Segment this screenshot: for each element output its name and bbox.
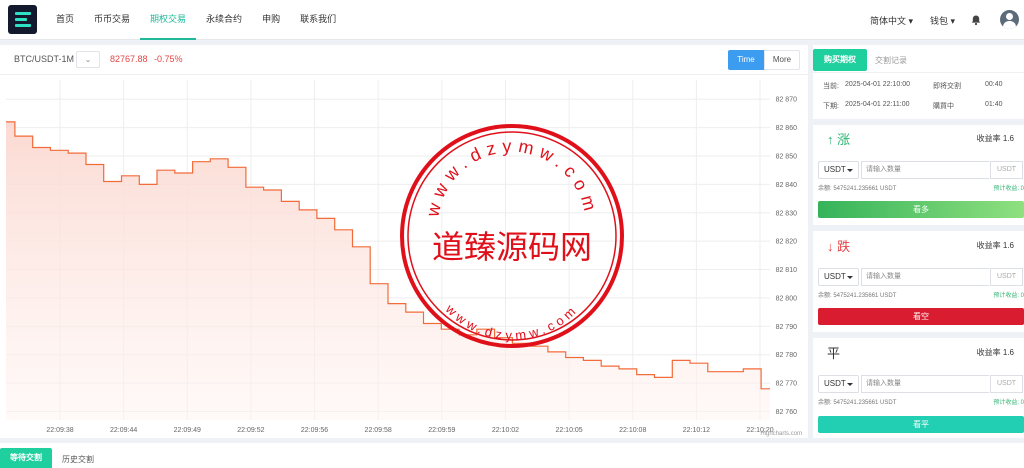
avatar[interactable] bbox=[1000, 10, 1019, 29]
flat-unit: USDT bbox=[990, 375, 1023, 393]
rise-currency-select[interactable]: USDT bbox=[818, 161, 859, 179]
order-tabs: 购买期权 交割记录 bbox=[813, 45, 1024, 73]
buy-long-button[interactable]: 看多 bbox=[818, 201, 1024, 218]
flat-rate: 收益率 1.6 bbox=[976, 348, 1014, 357]
tab-history-delivery[interactable]: 历史交割 bbox=[62, 454, 94, 465]
watermark-stamp: www.dzymw.com 道臻源码网 www.dzymw.com bbox=[400, 124, 624, 348]
fall-title: ↓ 跌 bbox=[827, 239, 851, 254]
bell-icon[interactable] bbox=[970, 14, 982, 26]
nav-subscribe[interactable]: 申购 bbox=[252, 0, 290, 40]
divider bbox=[813, 332, 1024, 338]
x-tick-label: 22:09:58 bbox=[365, 427, 392, 434]
divider bbox=[813, 225, 1024, 231]
x-tick-label: 22:10:12 bbox=[683, 427, 710, 434]
divider bbox=[813, 119, 1024, 125]
flat-amount-input[interactable]: 请输入数量 bbox=[861, 375, 989, 393]
nav-contact[interactable]: 联系我们 bbox=[290, 0, 346, 40]
y-tick-label: 82 770 bbox=[776, 381, 798, 388]
nav-spot[interactable]: 币币交易 bbox=[84, 0, 140, 40]
fall-unit: USDT bbox=[990, 268, 1023, 286]
fall-currency-select[interactable]: USDT bbox=[818, 268, 859, 286]
current-label: 当前: bbox=[823, 83, 839, 90]
time-button[interactable]: Time bbox=[728, 50, 764, 70]
next-status: 購買中 bbox=[933, 103, 954, 110]
x-tick-label: 22:09:59 bbox=[428, 427, 455, 434]
rise-expected: 预计收益: 0 bbox=[993, 186, 1024, 192]
x-tick-label: 22:10:08 bbox=[619, 427, 646, 434]
y-tick-label: 82 840 bbox=[776, 182, 798, 189]
rise-amount-input[interactable]: 请输入数量 bbox=[861, 161, 989, 179]
y-tick-label: 82 790 bbox=[776, 324, 798, 331]
rise-unit: USDT bbox=[990, 161, 1023, 179]
rise-balance: 余额: 5475241.235661 USDT bbox=[818, 186, 897, 192]
x-tick-label: 22:09:38 bbox=[46, 427, 73, 434]
nav-perpetual[interactable]: 永续合约 bbox=[196, 0, 252, 40]
current-time: 2025-04-01 22:10:00 bbox=[845, 81, 910, 88]
x-tick-label: 22:09:44 bbox=[110, 427, 137, 434]
fall-balance: 余额: 5475241.235661 USDT bbox=[818, 293, 897, 299]
flat-balance: 余额: 5475241.235661 USDT bbox=[818, 400, 897, 406]
language-label: 简体中文 bbox=[870, 16, 907, 26]
wallet-label: 钱包 bbox=[930, 16, 949, 26]
buy-flat-button[interactable]: 看平 bbox=[818, 416, 1024, 433]
nav-home[interactable]: 首页 bbox=[46, 0, 84, 40]
main-nav: 首页 币币交易 期权交易 永续合约 申购 联系我们 bbox=[46, 0, 346, 40]
y-tick-label: 82 810 bbox=[776, 267, 798, 274]
x-tick-label: 22:10:05 bbox=[555, 427, 582, 434]
bottom-tabs: 等待交割 历史交割 bbox=[0, 443, 1024, 468]
buy-short-button[interactable]: 看空 bbox=[818, 308, 1024, 325]
fall-rate: 收益率 1.6 bbox=[976, 241, 1014, 250]
chevron-down-icon: ▾ bbox=[908, 16, 914, 26]
options-order-panel: 购买期权 交割记录 当前: 2025-04-01 22:10:00 即将交割 0… bbox=[813, 45, 1024, 438]
wallet-dropdown[interactable]: 钱包 ▾ bbox=[930, 14, 955, 27]
x-tick-label: 22:10:02 bbox=[492, 427, 519, 434]
price-change: -0.75% bbox=[154, 54, 183, 64]
next-label: 下期: bbox=[823, 103, 839, 110]
y-tick-label: 82 830 bbox=[776, 210, 798, 217]
y-tick-label: 82 800 bbox=[776, 295, 798, 302]
y-tick-label: 82 860 bbox=[776, 125, 798, 132]
y-tick-label: 82 850 bbox=[776, 153, 798, 160]
y-tick-label: 82 870 bbox=[776, 97, 798, 104]
more-button[interactable]: More bbox=[764, 50, 800, 70]
y-tick-label: 82 820 bbox=[776, 239, 798, 246]
tab-buy-options[interactable]: 购买期权 bbox=[813, 49, 867, 71]
next-countdown: 01:40 bbox=[985, 101, 1003, 108]
chevron-down-icon: ⌄ bbox=[84, 55, 92, 64]
symbol-label: BTC/USDT-1M bbox=[14, 54, 75, 64]
flat-title: 平 bbox=[827, 346, 841, 361]
x-tick-label: 22:09:52 bbox=[237, 427, 264, 434]
flat-expected: 预计收益: 0 bbox=[993, 400, 1024, 406]
fall-block: ↓ 跌 收益率 1.6 USDT 请输入数量 USDT 余额: 5475241.… bbox=[813, 236, 1024, 328]
top-nav-bar: 首页 币币交易 期权交易 永续合约 申购 联系我们 简体中文 ▾ 钱包 ▾ bbox=[0, 0, 1024, 40]
chart-toolbar: BTC/USDT-1M ⌄ 82767.88 -0.75% Time More bbox=[0, 45, 808, 75]
svg-text:www.dzymw.com: www.dzymw.com bbox=[422, 136, 602, 220]
y-tick-label: 82 780 bbox=[776, 352, 798, 359]
nav-options[interactable]: 期权交易 bbox=[140, 0, 197, 40]
svg-text:道臻源码网: 道臻源码网 bbox=[432, 228, 592, 266]
x-tick-label: 22:09:56 bbox=[301, 427, 328, 434]
price-area bbox=[6, 121, 770, 421]
next-time: 2025-04-01 22:11:00 bbox=[845, 101, 910, 108]
flat-block: 平 收益率 1.6 USDT 请输入数量 USDT 余额: 5475241.23… bbox=[813, 343, 1024, 435]
current-countdown: 00:40 bbox=[985, 81, 1003, 88]
x-tick-label: 22:09:49 bbox=[174, 427, 201, 434]
tab-pending-delivery[interactable]: 等待交割 bbox=[0, 448, 52, 468]
rise-title: ↑ 涨 bbox=[827, 132, 851, 147]
tab-delivery-records[interactable]: 交割记录 bbox=[875, 55, 907, 66]
current-price: 82767.88 bbox=[110, 54, 148, 64]
logo[interactable] bbox=[8, 5, 37, 34]
chevron-down-icon: ▾ bbox=[950, 16, 956, 26]
rise-rate: 收益率 1.6 bbox=[976, 134, 1014, 143]
chart-credit: Highcharts.com bbox=[760, 431, 802, 437]
fall-amount-input[interactable]: 请输入数量 bbox=[861, 268, 989, 286]
flat-currency-select[interactable]: USDT bbox=[818, 375, 859, 393]
language-dropdown[interactable]: 简体中文 ▾ bbox=[870, 14, 913, 27]
symbol-dropdown[interactable]: ⌄ bbox=[76, 51, 100, 68]
y-tick-label: 82 760 bbox=[776, 409, 798, 416]
rise-block: ↑ 涨 收益率 1.6 USDT 请输入数量 USDT 余额: 5475241.… bbox=[813, 129, 1024, 221]
fall-expected: 预计收益: 0 bbox=[993, 293, 1024, 299]
current-status: 即将交割 bbox=[933, 83, 961, 90]
